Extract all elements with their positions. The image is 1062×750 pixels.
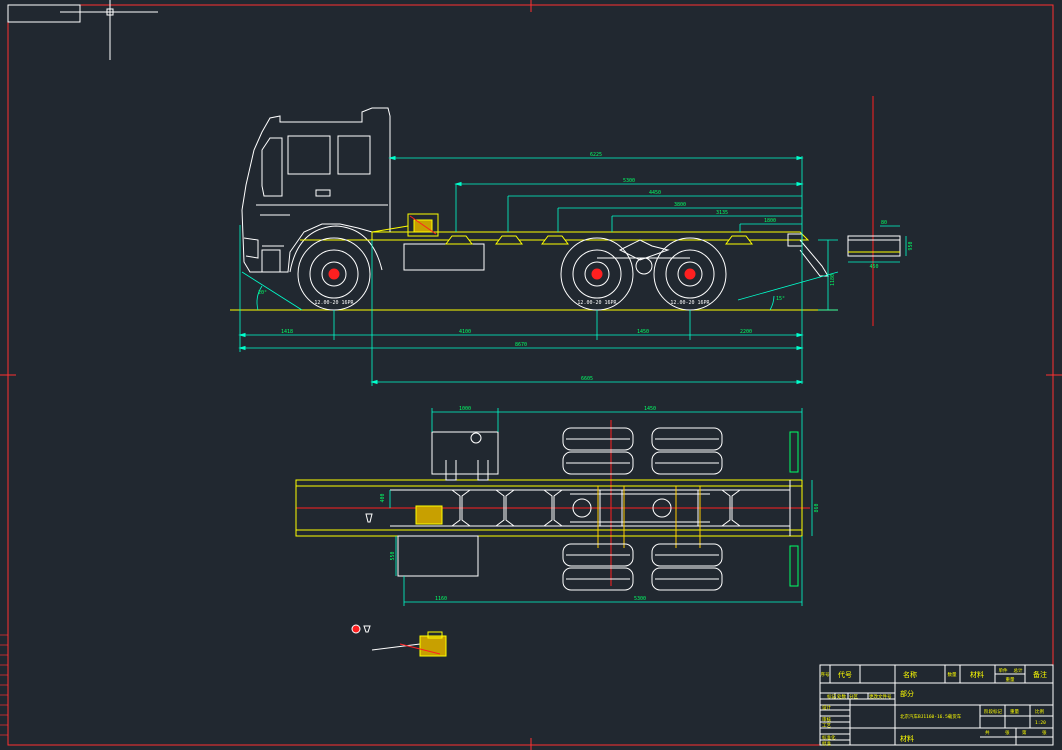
dim-offset-b: 550 (390, 551, 396, 560)
cad-drawing-canvas[interactable]: 12.00-20 16PR 12.00-20 16PR 12.00-20 16P… (0, 0, 1062, 750)
dim-offset-a: 400 (380, 493, 386, 502)
tb-header-0: 序号 (821, 671, 830, 678)
tb-left-3: 标准化 (822, 734, 836, 741)
tb-header-5: 单件 (999, 667, 1008, 674)
tb-header-7: 备注 (1033, 670, 1047, 679)
truck-cab (241, 107, 391, 273)
dim-d6: 1800 (764, 218, 776, 224)
detail-offset: 80 (881, 220, 887, 226)
dim-d3: 4450 (649, 190, 661, 196)
dim-d4: 3800 (674, 202, 686, 208)
dim-tank-width: 1000 (459, 406, 471, 412)
tb-left-2: 工艺 (822, 723, 831, 729)
tb-row-0: 标记 (827, 693, 836, 700)
top-view: 1000 1450 1160 5300 860 400 550 (295, 406, 820, 606)
tb-drawing-name: 北京汽车BJ1160-16.5载货车 (900, 713, 962, 720)
dim-wheelbase: 4100 (459, 329, 471, 335)
detail-width: 450 (869, 264, 878, 270)
approach-angle: 20° (258, 290, 267, 296)
engine-top (415, 505, 443, 525)
tb-stage-0: 阶段标记 (984, 708, 1002, 715)
tb-left-1: 审核 (822, 716, 831, 723)
dim-bed-length: 6605 (581, 376, 593, 382)
tb-stage-1: 重量 (1010, 708, 1019, 715)
tb-left-0: 设计 (822, 704, 831, 711)
dim-height: 1180 (830, 274, 836, 286)
tb-row-2: 分区 (849, 693, 858, 700)
command-box (7, 4, 81, 23)
dim-overall-bed: 6225 (590, 152, 602, 158)
dim-d5: 3135 (716, 210, 728, 216)
tb-left-4: 批准 (822, 740, 831, 747)
tb-stage-2: 比例 (1035, 708, 1044, 715)
side-view: 12.00-20 16PR 12.00-20 16PR 12.00-20 16P… (230, 96, 914, 386)
dim-top-total: 5300 (634, 596, 646, 602)
departure-angle: 15° (776, 296, 785, 302)
dim-rear-overhang: 2200 (740, 329, 752, 335)
tb-part: 部分 (900, 689, 914, 698)
tb-weight: 重量 (1006, 676, 1015, 683)
tb-header-1: 代号 (838, 670, 852, 679)
dim-front-overhang: 1418 (281, 329, 293, 335)
battery-box (397, 535, 479, 577)
detail-height: 950 (908, 241, 914, 250)
drawing-frame (0, 0, 1062, 750)
tb-scale: 1:20 (1035, 720, 1046, 726)
tb-header-3: 数量 (948, 671, 957, 678)
tb-sheet-2: 第 (1022, 729, 1027, 736)
dim-axle-spacing: 1450 (637, 329, 649, 335)
tb-row-3: 更改文件号 (869, 693, 892, 700)
tb-header-6: 总计 (1014, 667, 1023, 674)
dim-d2: 5300 (623, 178, 635, 184)
tb-sheet-3: 张 (1042, 729, 1047, 736)
tyre-label-rear-1: 12.00-20 16PR (577, 300, 617, 306)
tb-header-2: 名称 (903, 670, 917, 679)
engine-assembly (371, 213, 439, 237)
dim-bed-to-axle: 1450 (644, 406, 656, 412)
tb-material: 材料 (900, 734, 914, 743)
tyre-label-front: 12.00-20 16PR (314, 300, 354, 306)
tb-sheet-0: 共 (985, 729, 990, 736)
tb-header-4: 材料 (970, 670, 984, 679)
cad-cursor-crosshair[interactable] (7, 0, 158, 60)
engine-detail (351, 624, 447, 657)
rear-section-detail (847, 235, 901, 257)
tb-row-1: 处数 (837, 693, 846, 700)
dim-left-offset: 1160 (435, 596, 447, 602)
dim-frame-width: 860 (814, 503, 820, 512)
title-block: 序号 代号 名称 数量 材料 单件 总计 重量 备注 部分 标记 处数 分区 更… (819, 664, 1054, 747)
tyre-label-rear-2: 12.00-20 16PR (670, 300, 710, 306)
tb-sheet-1: 张 (1005, 729, 1010, 736)
dim-total-length: 8670 (515, 342, 527, 348)
